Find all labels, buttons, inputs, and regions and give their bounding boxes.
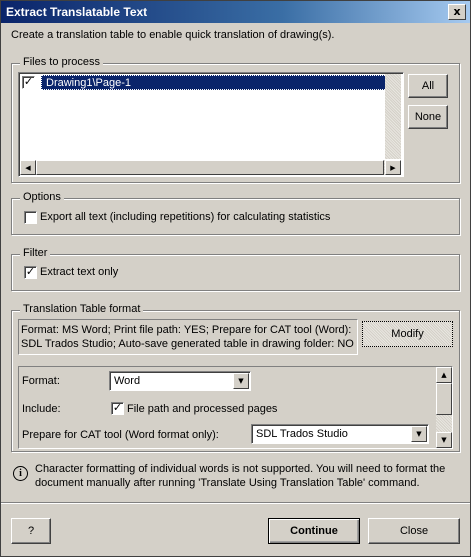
info-line2: document manually after running 'Transla… xyxy=(35,477,420,489)
files-group: Files to process ✓ Drawing1\Page-1 ◀ ▶ A… xyxy=(11,56,460,183)
close-label: Close xyxy=(399,525,429,537)
close-icon[interactable]: x xyxy=(448,4,466,20)
select-none-button[interactable]: None xyxy=(408,105,448,129)
info-line1: Character formatting of individual words… xyxy=(35,463,446,475)
extract-text-only-label: Extract text only xyxy=(40,266,119,278)
files-hscroll[interactable]: ◀ ▶ xyxy=(20,160,401,175)
select-all-label: All xyxy=(421,80,435,92)
extract-translatable-text-dialog: Extract Translatable Text x Create a tra… xyxy=(0,0,471,557)
select-none-label: None xyxy=(414,111,442,123)
table-format-group: Translation Table format Format: MS Word… xyxy=(11,303,460,452)
select-all-button[interactable]: All xyxy=(408,74,448,98)
format-settings-panel: Format: Word ▼ Include: ✓ File path and … xyxy=(18,366,453,449)
cat-tool-select-value: SDL Trados Studio xyxy=(256,428,348,440)
list-item[interactable]: ✓ Drawing1\Page-1 xyxy=(21,75,401,91)
filter-legend: Filter xyxy=(20,247,51,259)
info-icon: i xyxy=(13,466,28,481)
settings-vscroll[interactable]: ▲ ▼ xyxy=(436,367,452,448)
format-label: Format: xyxy=(22,375,60,387)
continue-button[interactable]: Continue xyxy=(268,518,360,544)
files-vscroll[interactable] xyxy=(385,74,401,159)
cat-tool-label: Prepare for CAT tool (Word format only): xyxy=(22,429,219,441)
format-select[interactable]: Word ▼ xyxy=(109,371,251,391)
info-text: Character formatting of individual words… xyxy=(35,462,445,490)
include-label: Include: xyxy=(22,403,61,415)
scroll-right-icon[interactable]: ▶ xyxy=(385,160,401,175)
extract-text-only-checkbox[interactable]: ✓ xyxy=(24,266,37,279)
scroll-down-icon[interactable]: ▼ xyxy=(436,432,452,448)
export-all-label: Export all text (including repetitions) … xyxy=(40,211,331,223)
table-format-legend: Translation Table format xyxy=(20,303,144,315)
chevron-down-icon[interactable]: ▼ xyxy=(411,426,427,442)
files-legend: Files to process xyxy=(20,56,104,68)
help-label: ? xyxy=(27,525,35,537)
window-title: Extract Translatable Text xyxy=(6,5,148,19)
format-summary-line1: Format: MS Word; Print file path: YES; P… xyxy=(21,324,352,336)
include-file-path-checkbox[interactable]: ✓ xyxy=(111,402,124,415)
modify-label: Modify xyxy=(391,328,424,340)
files-list: ✓ Drawing1\Page-1 ◀ ▶ xyxy=(18,72,404,177)
format-select-value: Word xyxy=(114,375,141,387)
options-legend: Options xyxy=(20,191,64,203)
help-button[interactable]: ? xyxy=(11,518,51,544)
filter-group: Filter ✓ Extract text only xyxy=(11,247,460,291)
file-item-label: Drawing1\Page-1 xyxy=(41,75,399,90)
scroll-left-icon[interactable]: ◀ xyxy=(20,160,36,175)
footer-divider xyxy=(1,502,470,504)
include-file-path-label: File path and processed pages xyxy=(127,403,278,415)
format-summary: Format: MS Word; Print file path: YES; P… xyxy=(18,319,358,355)
export-all-checkbox[interactable] xyxy=(24,211,37,224)
hscroll-thumb[interactable] xyxy=(36,160,384,175)
continue-label: Continue xyxy=(290,525,338,537)
intro-text: Create a translation table to enable qui… xyxy=(11,29,335,41)
close-button[interactable]: Close xyxy=(368,518,460,544)
cat-tool-select[interactable]: SDL Trados Studio ▼ xyxy=(251,424,429,444)
format-summary-line2: SDL Trados Studio; Auto-save generated t… xyxy=(21,338,354,350)
title-bar: Extract Translatable Text x xyxy=(1,1,470,23)
vscroll-thumb[interactable] xyxy=(436,383,452,415)
options-group: Options Export all text (including repet… xyxy=(11,191,460,235)
scroll-up-icon[interactable]: ▲ xyxy=(436,367,452,383)
file-checkbox[interactable]: ✓ xyxy=(22,76,35,89)
modify-button[interactable]: Modify xyxy=(362,321,453,347)
chevron-down-icon[interactable]: ▼ xyxy=(233,373,249,389)
